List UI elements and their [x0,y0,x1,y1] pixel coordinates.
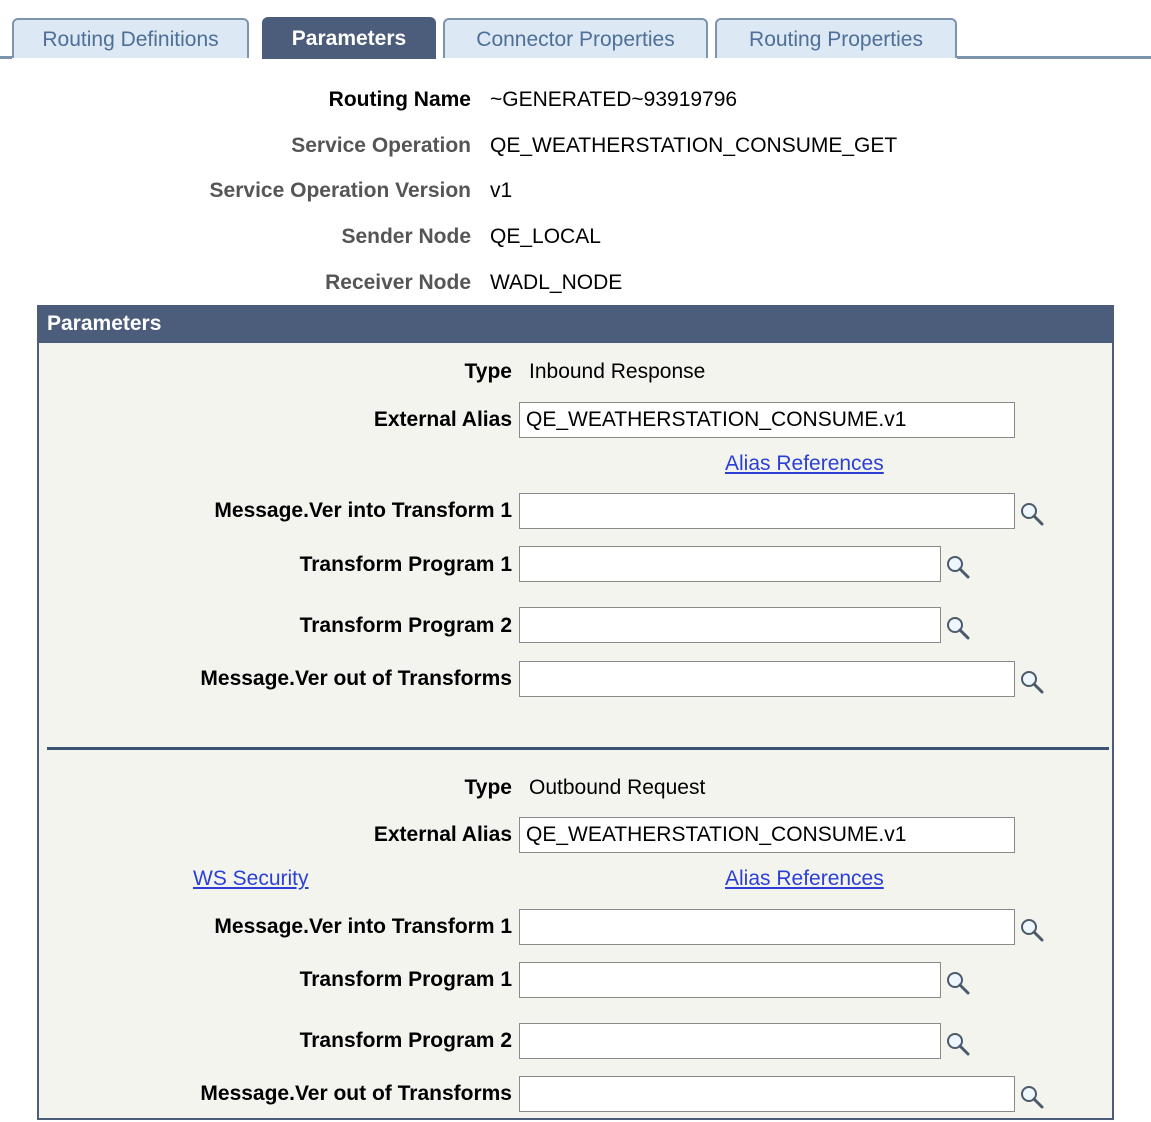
service-operation-label: Service Operation [291,134,471,157]
tab-routing-properties[interactable]: Routing Properties [715,18,957,58]
routing-name-value: ~GENERATED~93919796 [490,88,738,111]
parameters-groupbox-title: Parameters [37,305,1114,343]
tab-routing-definitions[interactable]: Routing Definitions [12,18,249,58]
outbound-transform-program-2-label: Transform Program 2 [299,1029,512,1052]
receiver-node-value: WADL_NODE [490,271,623,294]
outbound-transform-program-2-field[interactable] [519,1023,941,1059]
outbound-msg-into-transform-label: Message.Ver into Transform 1 [214,915,512,938]
sender-node-label: Sender Node [341,225,471,248]
tab-parameters[interactable]: Parameters [262,17,436,59]
sender-node-value: QE_LOCAL [490,225,601,248]
outbound-transform-program-1-field[interactable] [519,962,941,998]
inbound-external-alias-label: External Alias [373,408,512,431]
service-operation-value: QE_WEATHERSTATION_CONSUME_GET [490,134,898,157]
ws-security-link[interactable]: WS Security [193,867,309,891]
magnifier-lookup-icon[interactable] [1018,1083,1046,1111]
inbound-msg-into-transform-label: Message.Ver into Transform 1 [214,499,512,522]
tab-underline [957,56,1151,59]
tab-label: Parameters [291,27,407,50]
magnifier-lookup-icon[interactable] [944,614,972,642]
tab-underline-left [0,56,12,59]
magnifier-lookup-icon[interactable] [944,1030,972,1058]
outbound-msg-out-transforms-label: Message.Ver out of Transforms [200,1082,512,1105]
outbound-external-alias-field[interactable]: QE_WEATHERSTATION_CONSUME.v1 [519,817,1015,853]
outbound-msg-into-transform-field[interactable] [519,909,1015,945]
inbound-transform-program-2-label: Transform Program 2 [299,614,512,637]
outbound-transform-program-1-label: Transform Program 1 [299,968,512,991]
outbound-type-value: Outbound Request [529,776,706,799]
magnifier-lookup-icon[interactable] [1018,916,1046,944]
tab-label: Routing Properties [749,28,923,51]
inbound-msg-out-transforms-label: Message.Ver out of Transforms [200,667,512,690]
tab-label: Routing Definitions [42,28,219,51]
inbound-transform-program-1-field[interactable] [519,546,941,582]
tab-label: Connector Properties [476,28,675,51]
outbound-alias-references-link[interactable]: Alias References [725,867,884,891]
inbound-type-label: Type [464,360,512,383]
outbound-type-label: Type [464,776,512,799]
inbound-transform-program-1-label: Transform Program 1 [299,553,512,576]
receiver-node-label: Receiver Node [325,271,471,294]
magnifier-lookup-icon[interactable] [944,969,972,997]
inbound-type-value: Inbound Response [529,360,706,383]
tab-connector-properties[interactable]: Connector Properties [443,18,708,58]
magnifier-lookup-icon[interactable] [1018,668,1046,696]
inbound-transform-program-2-field[interactable] [519,607,941,643]
routing-name-label: Routing Name [328,88,471,111]
magnifier-lookup-icon[interactable] [1018,500,1046,528]
inbound-msg-into-transform-field[interactable] [519,493,1015,529]
outbound-external-alias-label: External Alias [373,823,512,846]
service-operation-version-label: Service Operation Version [209,179,471,202]
inbound-external-alias-field[interactable]: QE_WEATHERSTATION_CONSUME.v1 [519,402,1015,438]
section-divider [47,747,1109,750]
tab-bar: Routing Definitions Parameters Connector… [0,0,1151,60]
outbound-msg-out-transforms-field[interactable] [519,1076,1015,1112]
magnifier-lookup-icon[interactable] [944,553,972,581]
service-operation-version-value: v1 [490,179,513,202]
inbound-msg-out-transforms-field[interactable] [519,661,1015,697]
inbound-alias-references-link[interactable]: Alias References [725,452,884,476]
